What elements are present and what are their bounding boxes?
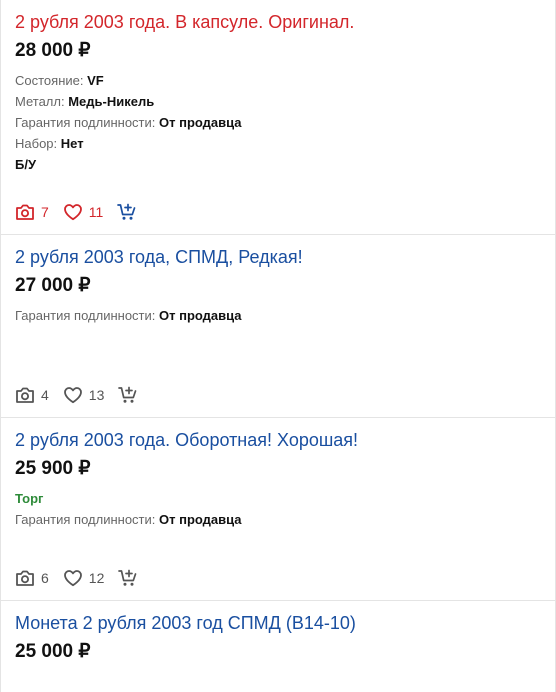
likes-count: 13 — [88, 387, 105, 403]
property-label: Гарантия подлинности: — [15, 308, 159, 323]
add-to-cart-button[interactable] — [118, 569, 138, 587]
property-condition: Состояние: VF — [15, 70, 555, 91]
listing-properties: Торг Гарантия подлинности: От продавца — [15, 488, 555, 530]
add-to-cart-button[interactable] — [118, 386, 138, 404]
listing-list: 2 рубля 2003 года. В капсуле. Оригинал. … — [0, 0, 556, 692]
property-metal: Металл: Медь-Никель — [15, 91, 555, 112]
heart-icon — [63, 204, 82, 221]
property-value: VF — [87, 73, 104, 88]
likes-count: 11 — [88, 204, 104, 220]
photos-count: 4 — [41, 387, 49, 403]
camera-icon — [16, 204, 34, 220]
listing-price: 28 000 ₽ — [15, 40, 91, 61]
listing-title[interactable]: 2 рубля 2003 года. В капсуле. Оригинал. — [15, 10, 555, 34]
listing-title[interactable]: Монета 2 рубля 2003 год СПМД (В14-10) — [15, 611, 555, 635]
photos-button[interactable]: 4 — [15, 386, 49, 404]
photos-count: 6 — [41, 570, 49, 586]
cart-plus-icon — [118, 386, 137, 403]
listing-actions: 6 12 — [15, 567, 152, 589]
listing-card: Монета 2 рубля 2003 год СПМД (В14-10) 25… — [1, 600, 555, 692]
property-label: Гарантия подлинности: — [15, 512, 159, 527]
property-set: Набор: Нет — [15, 133, 555, 154]
property-value: Медь-Никель — [68, 94, 155, 109]
property-value: От продавца — [159, 115, 242, 130]
camera-icon — [16, 387, 34, 403]
listing-card: 2 рубля 2003 года. Оборотная! Хорошая! 2… — [1, 417, 555, 600]
favorite-button[interactable]: 11 — [63, 203, 104, 221]
listing-card: 2 рубля 2003 года, СПМД, Редкая! 27 000 … — [1, 234, 555, 417]
add-to-cart-button[interactable] — [117, 203, 137, 221]
listing-price: 27 000 ₽ — [15, 275, 91, 296]
cart-plus-icon — [117, 203, 136, 220]
property-label: Гарантия подлинности: — [15, 115, 159, 130]
property-label: Металл: — [15, 94, 69, 109]
listing-properties: Гарантия подлинности: От продавца — [15, 305, 555, 326]
camera-icon — [16, 570, 34, 586]
photos-button[interactable]: 7 — [15, 203, 49, 221]
used-badge: Б/У — [15, 157, 37, 172]
heart-icon — [63, 387, 82, 404]
heart-icon — [63, 570, 82, 587]
listing-actions: 7 11 — [15, 201, 151, 223]
property-authenticity: Гарантия подлинности: От продавца — [15, 509, 555, 530]
favorite-button[interactable]: 12 — [63, 569, 105, 587]
listing-actions: 4 13 — [15, 384, 152, 406]
photos-count: 7 — [41, 204, 49, 220]
property-authenticity: Гарантия подлинности: От продавца — [15, 305, 555, 326]
listing-price: 25 000 ₽ — [15, 641, 91, 662]
listing-price: 25 900 ₽ — [15, 458, 91, 479]
property-value: Нет — [60, 136, 84, 151]
favorite-button[interactable]: 13 — [63, 386, 105, 404]
listing-properties: Состояние: VF Металл: Медь-Никель Гарант… — [15, 70, 555, 175]
bargain-badge: Торг — [15, 491, 44, 506]
listing-title[interactable]: 2 рубля 2003 года. Оборотная! Хорошая! — [15, 428, 555, 452]
property-value: От продавца — [159, 512, 242, 527]
listing-card: 2 рубля 2003 года. В капсуле. Оригинал. … — [1, 0, 555, 234]
property-authenticity: Гарантия подлинности: От продавца — [15, 112, 555, 133]
likes-count: 12 — [88, 570, 105, 586]
property-label: Набор: — [15, 136, 61, 151]
photos-button[interactable]: 6 — [15, 569, 49, 587]
listing-title[interactable]: 2 рубля 2003 года, СПМД, Редкая! — [15, 245, 555, 269]
cart-plus-icon — [118, 569, 137, 586]
property-value: От продавца — [159, 308, 242, 323]
property-label: Состояние: — [15, 73, 88, 88]
